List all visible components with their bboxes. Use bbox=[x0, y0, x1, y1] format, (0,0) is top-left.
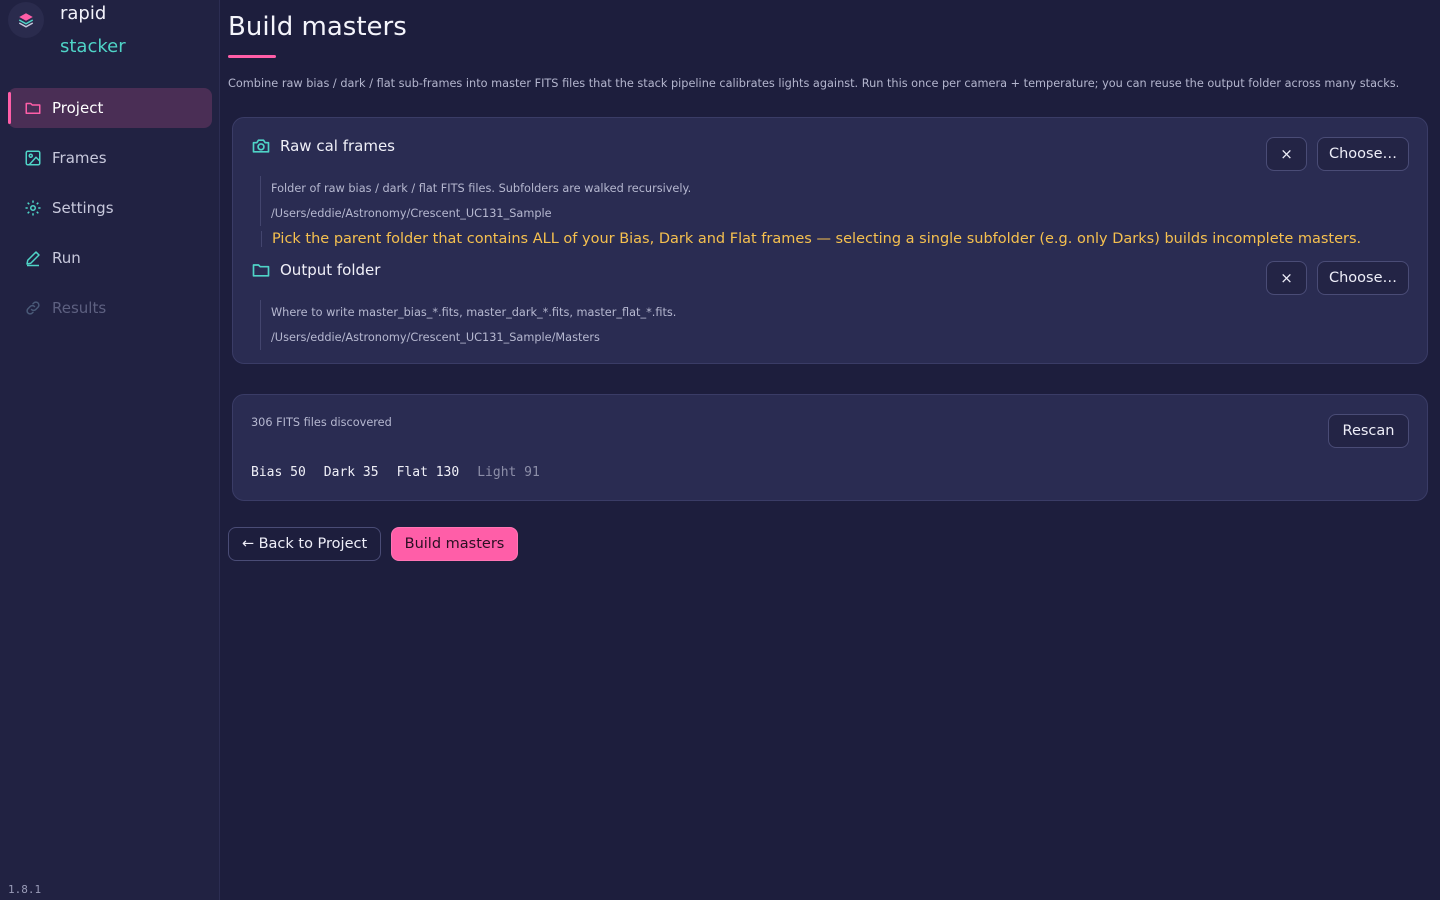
page-description: Combine raw bias / dark / flat sub-frame… bbox=[228, 77, 1400, 90]
raw-cal-heading-label: Raw cal frames bbox=[280, 137, 395, 155]
count-flat: Flat 130 bbox=[396, 465, 460, 480]
sidebar-item-results: Results bbox=[8, 288, 212, 328]
output-clear-button[interactable]: × bbox=[1266, 261, 1307, 295]
brand-name-line2: stacker bbox=[60, 36, 126, 57]
sidebar-item-label: Run bbox=[52, 249, 81, 267]
output-details: Where to write master_bias_*.fits, maste… bbox=[260, 300, 676, 350]
scan-card: 306 FITS files discovered Rescan Bias 50… bbox=[232, 394, 1428, 501]
count-bias: Bias 50 bbox=[251, 465, 306, 480]
gear-icon bbox=[24, 199, 42, 217]
sidebar-item-run[interactable]: Run bbox=[8, 238, 212, 278]
sidebar-nav: Project Frames Settings Run Results bbox=[8, 88, 212, 338]
sidebar-item-settings[interactable]: Settings bbox=[8, 188, 212, 228]
sidebar-item-label: Frames bbox=[52, 149, 107, 167]
raw-cal-path: /Users/eddie/Astronomy/Crescent_UC131_Sa… bbox=[271, 207, 552, 220]
sidebar-item-label: Settings bbox=[52, 199, 114, 217]
page-title: Build masters bbox=[228, 12, 407, 42]
raw-cal-choose-button[interactable]: Choose… bbox=[1317, 137, 1409, 171]
count-light: Light 91 bbox=[477, 465, 540, 480]
output-help: Where to write master_bias_*.fits, maste… bbox=[271, 306, 677, 319]
paths-card: Raw cal frames × Choose… Folder of raw b… bbox=[232, 117, 1428, 364]
app-version: 1.8.1 bbox=[8, 883, 42, 896]
sidebar-item-label: Results bbox=[52, 299, 107, 317]
build-masters-button[interactable]: Build masters bbox=[391, 527, 518, 561]
frame-counts: Bias 50 Dark 35 Flat 130 Light 91 bbox=[251, 465, 558, 480]
output-path: /Users/eddie/Astronomy/Crescent_UC131_Sa… bbox=[271, 331, 600, 344]
output-heading: Output folder bbox=[251, 260, 380, 280]
sidebar-item-project[interactable]: Project bbox=[8, 88, 212, 128]
raw-cal-warning: Pick the parent folder that contains ALL… bbox=[261, 231, 1361, 247]
raw-cal-details: Folder of raw bias / dark / flat FITS fi… bbox=[260, 176, 691, 226]
back-to-project-button[interactable]: ← Back to Project bbox=[228, 527, 381, 561]
raw-cal-clear-button[interactable]: × bbox=[1266, 137, 1307, 171]
link-icon bbox=[24, 299, 42, 317]
scan-summary: 306 FITS files discovered bbox=[251, 416, 392, 429]
title-underline bbox=[228, 55, 276, 58]
folder-icon bbox=[251, 260, 271, 280]
pen-icon bbox=[24, 249, 42, 267]
rescan-button[interactable]: Rescan bbox=[1328, 414, 1409, 448]
output-heading-label: Output folder bbox=[280, 261, 381, 279]
camera-icon bbox=[251, 136, 271, 156]
folder-icon bbox=[24, 99, 42, 117]
raw-cal-help: Folder of raw bias / dark / flat FITS fi… bbox=[271, 182, 692, 195]
raw-cal-heading: Raw cal frames bbox=[251, 136, 395, 156]
count-dark: Dark 35 bbox=[323, 465, 379, 480]
layers-icon bbox=[8, 2, 44, 38]
sidebar-item-frames[interactable]: Frames bbox=[8, 138, 212, 178]
output-choose-button[interactable]: Choose… bbox=[1317, 261, 1409, 295]
image-icon bbox=[24, 149, 42, 167]
sidebar: rapid stacker Project Frames Settings Ru… bbox=[0, 0, 220, 900]
sidebar-item-label: Project bbox=[52, 99, 104, 117]
brand-name-line1: rapid bbox=[60, 3, 107, 24]
